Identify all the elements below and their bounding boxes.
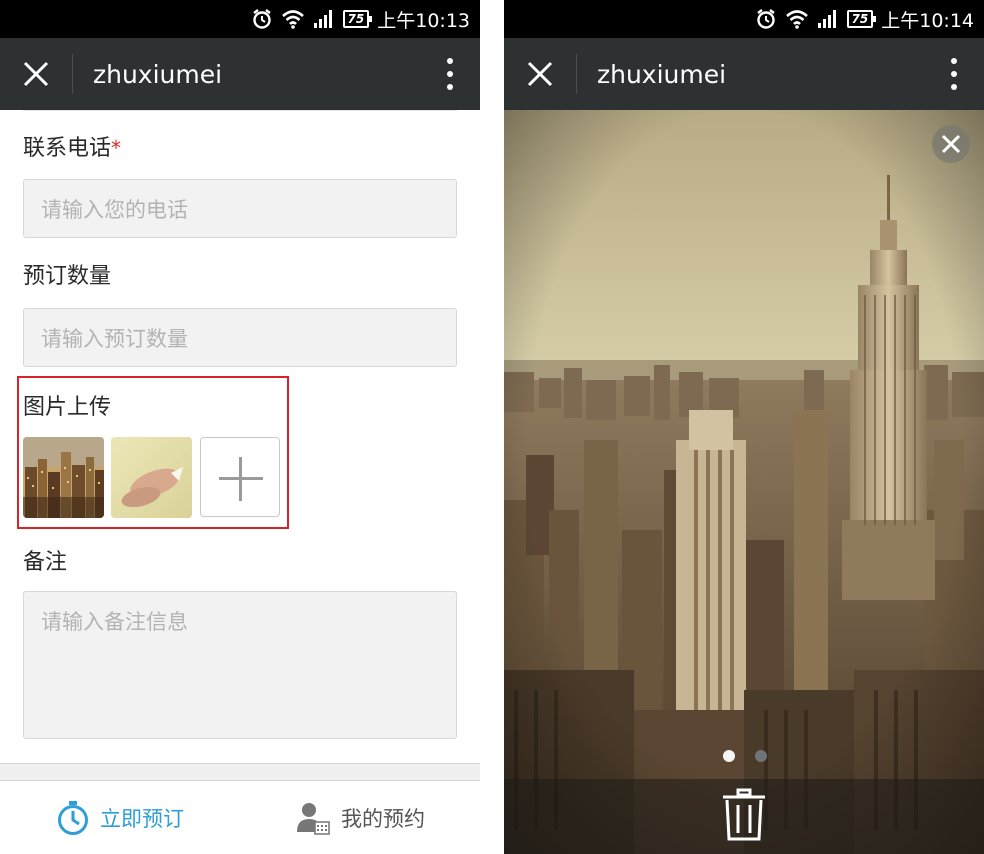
viewer-toolbar [504,779,984,854]
trash-icon [723,788,765,840]
more-dot-icon [951,84,957,90]
more-menu-button[interactable] [420,38,480,110]
phone-screen-form: 75 上午10:13 zhuxiumei 联系电话* 请输入您的电话 预订数量 … [0,0,480,854]
tab-label: 立即预订 [100,806,184,831]
close-icon [527,61,553,87]
more-menu-button[interactable] [924,38,984,110]
add-photo-button[interactable] [200,437,280,517]
delete-button[interactable] [720,788,768,846]
clock-icon [58,800,88,835]
close-viewer-button[interactable] [932,125,970,163]
wifi-icon [785,9,809,29]
more-dot-icon [447,58,453,64]
divider [23,110,457,111]
upload-label: 图片上传 [23,395,112,420]
more-dot-icon [951,71,957,77]
tab-my-bookings[interactable]: 我的预约 [240,781,480,854]
title-divider [576,54,577,94]
battery-icon: 75 [342,10,372,28]
remark-textarea[interactable]: 请输入备注信息 [23,591,457,739]
alarm-icon [251,8,273,30]
page-title: zhuxiumei [93,59,223,89]
status-time: 上午10:14 [881,9,974,32]
signal-icon [817,9,839,29]
alarm-icon [755,8,777,30]
status-bar: 75 上午10:13 [0,0,480,38]
required-mark: * [111,136,122,160]
title-divider [72,54,73,94]
image-viewer[interactable] [504,110,984,854]
page-title: zhuxiumei [597,59,727,89]
booking-form: 联系电话* 请输入您的电话 预订数量 请输入预订数量 图片上传 备注 请输入备注… [0,110,480,780]
tabbar-separator [0,763,480,781]
close-button[interactable] [504,38,576,110]
tab-label: 我的预约 [341,806,425,831]
bottom-tab-bar: 立即预订 我的预约 [0,781,480,854]
close-button[interactable] [0,38,72,110]
page-indicator [723,750,767,762]
user-calendar-icon [297,802,330,835]
uploaded-photo-city[interactable] [23,437,104,518]
status-time: 上午10:13 [377,9,470,32]
battery-icon: 75 [846,10,876,28]
title-bar: zhuxiumei [504,38,984,110]
wifi-icon [281,9,305,29]
phone-label: 联系电话* [23,136,122,161]
quantity-label: 预订数量 [23,264,112,289]
signal-icon [313,9,335,29]
uploaded-photo-hands[interactable] [111,437,192,518]
close-icon [941,134,961,154]
title-bar: zhuxiumei [0,38,480,110]
more-dot-icon [447,84,453,90]
quantity-input[interactable]: 请输入预订数量 [23,308,457,367]
tab-book-now[interactable]: 立即预订 [0,781,240,854]
status-bar: 75 上午10:14 [504,0,984,38]
phone-screen-image-viewer: 75 上午10:14 zhuxiumei [504,0,984,854]
more-dot-icon [951,58,957,64]
close-icon [23,61,49,87]
page-dot [755,750,767,762]
remark-label: 备注 [23,550,68,575]
preview-photo-city [504,110,984,854]
page-dot-active [723,750,735,762]
more-dot-icon [447,71,453,77]
phone-input[interactable]: 请输入您的电话 [23,179,457,238]
